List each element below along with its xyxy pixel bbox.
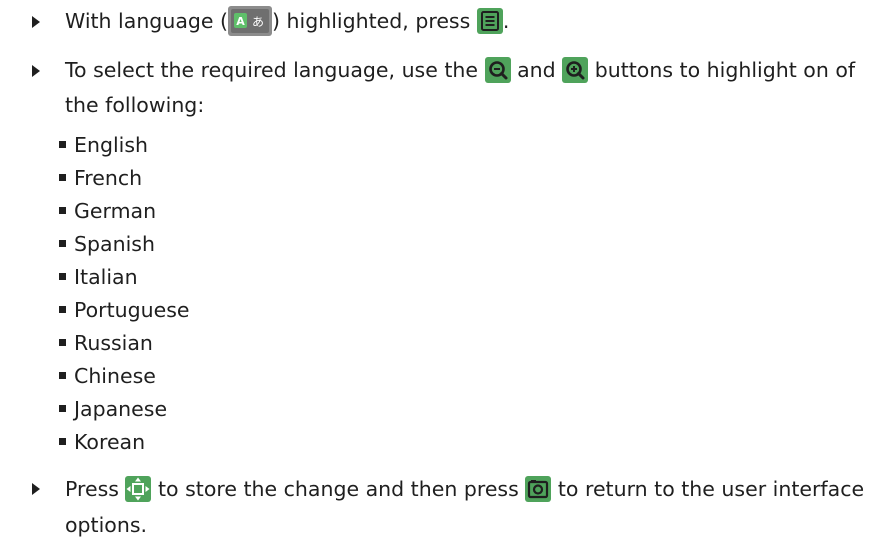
step1-text-before: With language ( [65, 9, 229, 33]
step-arrow-bullet [32, 16, 40, 28]
square-bullet [59, 273, 66, 280]
step2-text-before: To select the required language, use the [65, 58, 479, 82]
instruction-text: Press to store the change and then press… [65, 471, 880, 543]
instruction-text: To select the required language, use the… [65, 53, 880, 123]
zoom-out-icon [484, 57, 511, 83]
camera-icon [525, 476, 552, 502]
step3-text-before: Press [65, 477, 119, 501]
step-arrow-bullet [32, 65, 40, 77]
step3-text-middle: to store the change and then press [158, 477, 519, 501]
navigate-icon [125, 476, 152, 502]
step2-text-between: and [517, 58, 556, 82]
square-bullet [59, 372, 66, 379]
square-bullet [59, 405, 66, 412]
square-bullet [59, 141, 66, 148]
step1-text-middle: ) highlighted, press [272, 9, 471, 33]
zoom-in-icon [562, 57, 589, 83]
square-bullet [59, 339, 66, 346]
language-icon: A あ [228, 6, 273, 36]
square-bullet [59, 438, 66, 445]
square-bullet [59, 207, 66, 214]
step1-text-after: . [502, 9, 510, 33]
step-arrow-bullet [32, 483, 40, 495]
square-bullet [59, 240, 66, 247]
square-bullet [59, 174, 66, 181]
svg-text:あ: あ [252, 15, 264, 29]
svg-text:A: A [236, 15, 245, 28]
square-bullet [59, 306, 66, 313]
menu-icon [476, 8, 503, 34]
instruction-text: With language ( A あ ) highlighted, press… [65, 4, 509, 39]
